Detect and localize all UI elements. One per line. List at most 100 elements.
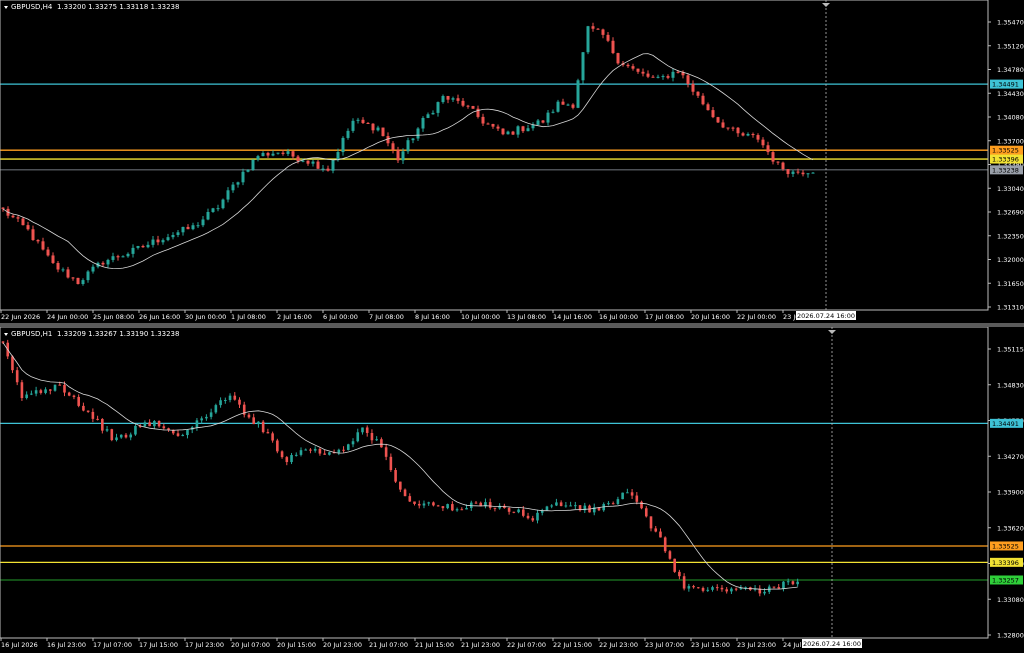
- candle: [331, 159, 335, 174]
- candle: [581, 52, 585, 84]
- candle: [408, 493, 412, 503]
- price-axis-label: 1.34270: [997, 453, 1024, 461]
- symbol-menu-icon[interactable]: [4, 333, 8, 336]
- candle: [176, 429, 180, 437]
- candle: [507, 506, 511, 515]
- candle: [696, 91, 700, 98]
- shift-marker-icon[interactable]: [822, 3, 830, 7]
- candle: [446, 95, 450, 104]
- candle: [342, 446, 345, 453]
- price-axis-label: 1.32690: [997, 209, 1024, 217]
- candle: [96, 415, 99, 421]
- chart-canvas-h4[interactable]: 1.35470 1.35120 1.34780 1.34430 1.34080 1.337…: [0, 0, 1024, 323]
- time-axis-label: 20 Jul 16:00: [691, 313, 730, 321]
- candle: [596, 28, 600, 30]
- candle: [746, 132, 750, 137]
- candle: [466, 104, 470, 109]
- candle: [77, 394, 80, 408]
- candle: [540, 508, 544, 516]
- candle: [228, 393, 232, 403]
- candle: [782, 581, 785, 592]
- candle: [46, 246, 50, 257]
- candle: [200, 416, 203, 424]
- candle: [715, 584, 719, 591]
- candle: [692, 584, 695, 589]
- candle: [616, 496, 620, 506]
- candle: [119, 434, 123, 439]
- shift-marker-icon[interactable]: [828, 330, 836, 334]
- candle: [474, 501, 478, 504]
- candle: [126, 252, 130, 258]
- candle: [451, 96, 455, 103]
- candle: [285, 456, 289, 466]
- candle: [536, 509, 539, 524]
- candle: [611, 501, 615, 505]
- candle: [370, 429, 374, 444]
- candle: [626, 63, 630, 68]
- svg-text:1.33525: 1.33525: [992, 147, 1019, 155]
- candle: [422, 500, 426, 509]
- candle: [591, 22, 595, 32]
- chart-canvas-h1[interactable]: 1.351151.348301.345501.342701.339001.336…: [0, 327, 1024, 653]
- chart-window-h1[interactable]: 1.351151.348301.345501.342701.339001.336…: [0, 327, 1024, 653]
- candle: [607, 501, 610, 506]
- candle: [337, 448, 341, 456]
- candle: [601, 28, 605, 39]
- candle: [376, 125, 380, 132]
- candle: [162, 423, 166, 430]
- candle: [671, 68, 675, 82]
- candle: [756, 133, 760, 143]
- candle: [461, 97, 465, 108]
- price-level-tag: 1.34491: [990, 79, 1023, 89]
- candle: [346, 443, 350, 451]
- candle: [361, 117, 365, 125]
- candle: [636, 68, 640, 74]
- svg-text:1.34491: 1.34491: [992, 81, 1019, 89]
- candle: [252, 413, 255, 425]
- symbol-menu-icon[interactable]: [4, 6, 8, 9]
- candle: [583, 502, 587, 513]
- candle: [205, 414, 208, 421]
- cursor-time-label: 2026.07.24 16:00: [797, 312, 855, 320]
- time-axis-label: 13 Jul 08:00: [507, 313, 546, 321]
- candle: [76, 277, 80, 285]
- candle: [110, 428, 114, 442]
- candle: [56, 261, 60, 273]
- price-level-tag: 1.34491: [990, 418, 1023, 428]
- candle: [635, 492, 639, 505]
- candle: [91, 408, 95, 423]
- candle: [221, 198, 225, 210]
- chart-window-h4[interactable]: 1.35470 1.35120 1.34780 1.34430 1.34080 1.337…: [0, 0, 1024, 323]
- candle: [776, 161, 780, 165]
- candle: [751, 132, 755, 138]
- candle: [682, 573, 686, 591]
- candle: [294, 452, 298, 457]
- candle: [621, 492, 624, 500]
- candle: [411, 137, 415, 144]
- svg-text:1.33525: 1.33525: [992, 542, 1019, 550]
- candle: [706, 102, 710, 111]
- candle: [366, 122, 370, 124]
- candle: [341, 136, 345, 156]
- candle: [326, 165, 330, 172]
- candle: [371, 123, 375, 134]
- candle: [686, 73, 690, 88]
- candle: [561, 98, 565, 105]
- time-axis-label: 22 Jul 00:00: [737, 313, 776, 321]
- time-axis-label: 1 Jul 08:00: [231, 313, 266, 321]
- price-axis-label: 1.33900: [997, 489, 1024, 497]
- candle: [668, 550, 672, 560]
- price-axis-label: 1.33700: [997, 137, 1024, 145]
- svg-text:1.33396: 1.33396: [992, 156, 1019, 164]
- candle: [356, 117, 360, 124]
- symbol-label: GBPUSD,H1: [11, 330, 52, 338]
- time-axis-label: 26 Jun 16:00: [139, 313, 180, 321]
- price-axis-label: 1.34430: [997, 90, 1024, 98]
- candle: [481, 113, 485, 126]
- candle: [316, 160, 320, 169]
- candle: [181, 433, 185, 437]
- candle: [659, 528, 662, 538]
- candle: [311, 159, 315, 167]
- candle: [238, 397, 241, 408]
- candle: [290, 452, 293, 465]
